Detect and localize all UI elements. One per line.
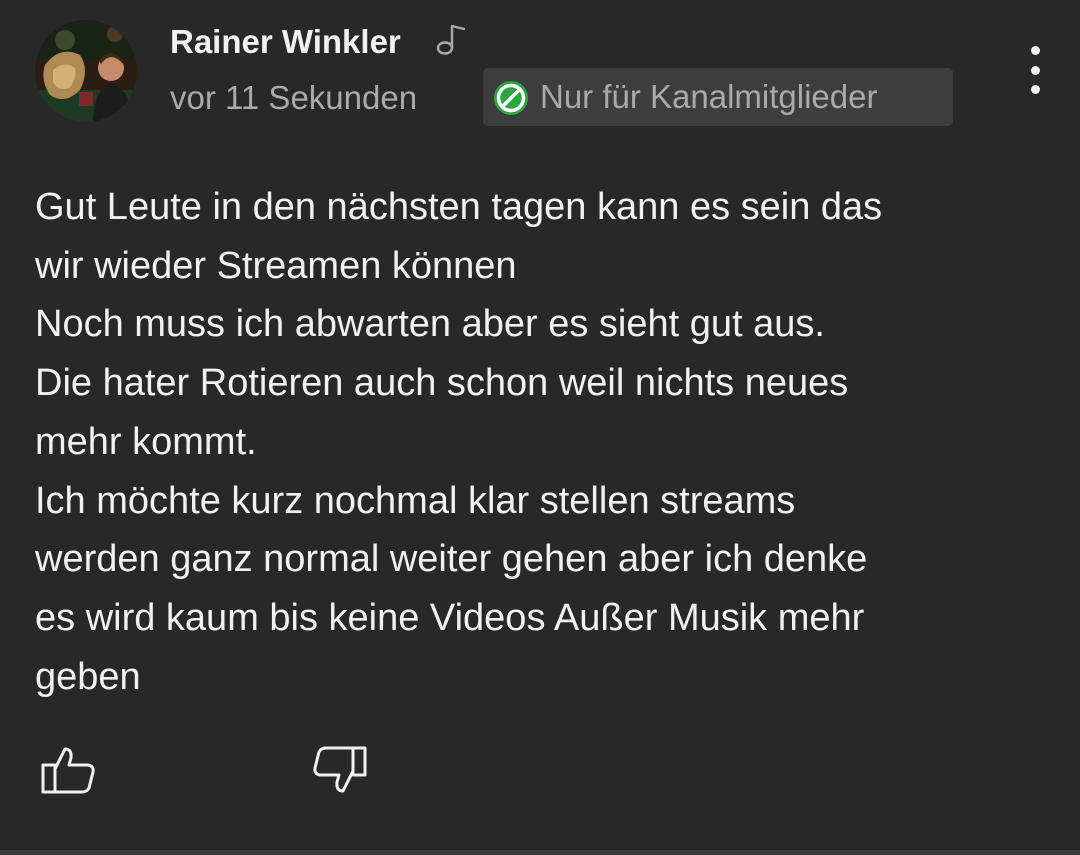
like-button[interactable] bbox=[38, 740, 100, 802]
post-text-line: Gut Leute in den nächsten tagen kann es … bbox=[35, 186, 883, 228]
divider bbox=[0, 850, 1080, 855]
members-only-badge: Nur für Kanalmitglieder bbox=[483, 68, 953, 126]
music-note-icon bbox=[436, 24, 466, 55]
post-text-line: es wird kaum bis keine Videos Außer Musi… bbox=[35, 596, 865, 639]
post-text-line: Die hater Rotieren auch schon weil nicht… bbox=[35, 362, 849, 405]
post-text: Gut Leute in den nächsten tagen kann es … bbox=[35, 178, 1045, 706]
members-only-icon bbox=[494, 81, 528, 115]
post-text-line: Ich möchte kurz nochmal klar stellen str… bbox=[35, 479, 796, 522]
avatar[interactable] bbox=[35, 20, 137, 122]
thumbs-up-icon bbox=[41, 747, 95, 794]
post-text-line: mehr kommt. bbox=[35, 420, 257, 463]
community-post: Rainer Winkler vor 11 Sekunden Nur für K… bbox=[0, 0, 1080, 855]
dislike-button[interactable] bbox=[306, 740, 372, 802]
members-only-label: Nur für Kanalmitglieder bbox=[540, 78, 878, 115]
post-text-line: Noch muss ich abwarten aber es sieht gut… bbox=[35, 303, 825, 346]
timestamp[interactable]: vor 11 Sekunden bbox=[170, 76, 417, 120]
thumbs-down-icon bbox=[313, 746, 367, 793]
more-vertical-icon bbox=[1031, 46, 1040, 55]
author-name[interactable]: Rainer Winkler bbox=[170, 20, 401, 64]
more-options-button[interactable] bbox=[1012, 42, 1058, 98]
post-text-line: werden ganz normal weiter gehen aber ich… bbox=[35, 538, 868, 581]
post-text-line: wir wieder Streamen können bbox=[35, 244, 517, 287]
post-text-line: geben bbox=[35, 655, 141, 698]
